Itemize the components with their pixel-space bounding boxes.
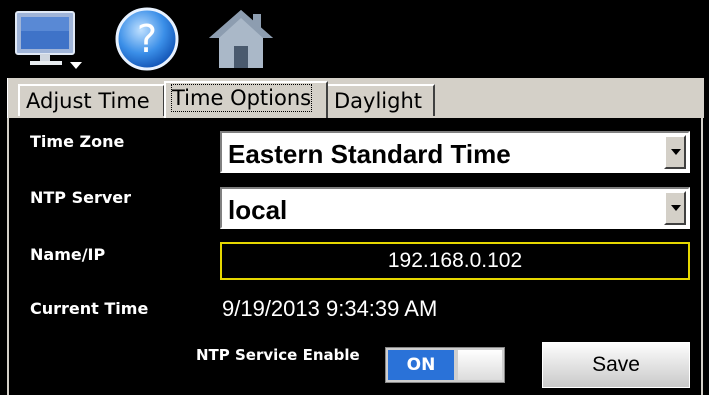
save-button[interactable]: Save: [542, 342, 690, 388]
chevron-down-icon[interactable]: [664, 135, 686, 169]
ntp-server-select[interactable]: local: [220, 187, 690, 229]
tab-bar: Adjust Time Time Options Daylight: [7, 78, 704, 118]
chevron-down-icon[interactable]: [664, 191, 686, 225]
home-icon[interactable]: [207, 6, 275, 72]
ntp-server-value: local: [228, 195, 288, 225]
ntp-enable-label: NTP Service Enable: [196, 346, 360, 364]
tab-adjust-time[interactable]: Adjust Time: [18, 84, 165, 116]
name-ip-field[interactable]: 192.168.0.102: [220, 242, 690, 280]
tab-time-options[interactable]: Time Options: [164, 81, 328, 118]
tab-label: Adjust Time: [26, 89, 150, 113]
ntp-server-label: NTP Server: [30, 188, 132, 207]
toggle-state: ON: [388, 350, 454, 380]
current-time-value: 9/19/2013 9:34:39 AM: [222, 296, 438, 321]
monitor-icon[interactable]: [12, 6, 88, 72]
tab-label: Time Options: [170, 84, 313, 112]
time-zone-label: Time Zone: [30, 132, 125, 151]
svg-text:?: ?: [137, 17, 157, 61]
toggle-knob[interactable]: [458, 350, 502, 380]
current-time-label: Current Time: [30, 299, 149, 318]
tab-label: Daylight: [334, 89, 423, 113]
toolbar: ?: [0, 0, 709, 78]
time-zone-value: Eastern Standard Time: [228, 139, 511, 169]
help-icon[interactable]: ?: [114, 6, 182, 72]
time-zone-select[interactable]: Eastern Standard Time: [220, 131, 690, 173]
name-ip-label: Name/IP: [30, 245, 106, 264]
tab-daylight[interactable]: Daylight: [326, 84, 435, 116]
ntp-enable-toggle[interactable]: ON: [385, 347, 505, 383]
